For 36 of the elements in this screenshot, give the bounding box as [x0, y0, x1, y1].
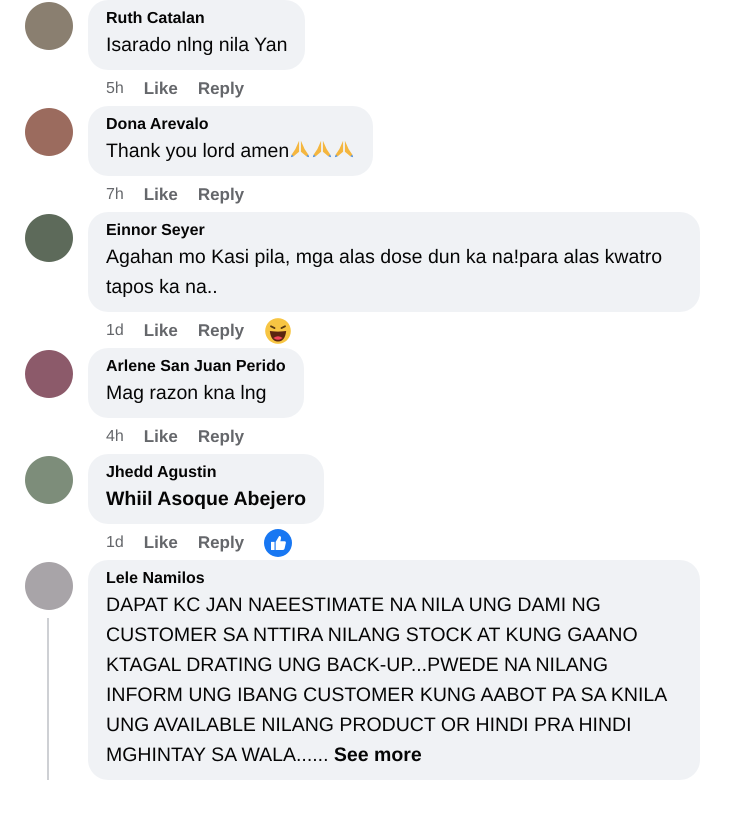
like-link[interactable]: Like: [144, 427, 178, 447]
author-name[interactable]: Einnor Seyer: [106, 220, 682, 242]
avatar[interactable]: [25, 562, 73, 610]
author-name[interactable]: Lele Namilos: [106, 568, 682, 590]
like-link[interactable]: Like: [144, 185, 178, 205]
reply-link[interactable]: Reply: [198, 321, 244, 341]
author-name[interactable]: Jhedd Agustin: [106, 462, 306, 484]
comment-text: Isarado nlng nila Yan: [106, 33, 288, 58]
timestamp[interactable]: 1d: [106, 322, 124, 340]
thumbs-up-icon: [264, 529, 292, 557]
author-name[interactable]: Ruth Catalan: [106, 8, 288, 30]
comment-text: Mag razon kna lng: [106, 381, 268, 406]
like-link[interactable]: Like: [144, 533, 178, 553]
timestamp[interactable]: 4h: [106, 428, 124, 446]
reply-link[interactable]: Reply: [198, 79, 244, 99]
reply-link[interactable]: Reply: [198, 533, 244, 553]
see-more-link[interactable]: See more: [334, 744, 422, 766]
like-link[interactable]: Like: [144, 321, 178, 341]
timestamp[interactable]: 1d: [106, 534, 124, 552]
author-name[interactable]: Arlene San Juan Perido: [106, 356, 286, 378]
reply-link[interactable]: Reply: [198, 185, 244, 205]
avatar[interactable]: [25, 214, 73, 262]
avatar[interactable]: [25, 350, 73, 398]
comment-text: Thank you lord amen: [106, 136, 356, 166]
avatar[interactable]: [25, 456, 73, 504]
comment-text: DAPAT KC JAN NAEESTIMATE NA NILA UNG DAMI NG CUSTOMER SA NTTIRA NILANG STOCK AT KUNG GAANO KTAGAL DRATING UNG BACK-UP...PWEDE NA NILANG INFORM UNG IBANG CUSTOMER KUNG AABOT PA SA KNILA UNG AVAILABLE NILANG PRODUCT OR HINDI PRA HINDI MGHINTAY SA WALA...... See more: [106, 593, 668, 768]
timestamp[interactable]: 5h: [106, 80, 124, 98]
comment-text: Agahan mo Kasi pila, mga alas dose dun ka na!para alas kwatro tapos ka na..: [106, 245, 664, 300]
avatar[interactable]: [25, 108, 73, 156]
timestamp[interactable]: 7h: [106, 186, 124, 204]
comment-text: Whiil Asoque Abejero: [106, 487, 306, 512]
author-name[interactable]: Dona Arevalo: [106, 114, 356, 136]
like-link[interactable]: Like: [144, 79, 178, 99]
laughing-face-icon: [264, 317, 292, 345]
reply-link[interactable]: Reply: [198, 427, 244, 447]
avatar[interactable]: [25, 2, 73, 50]
